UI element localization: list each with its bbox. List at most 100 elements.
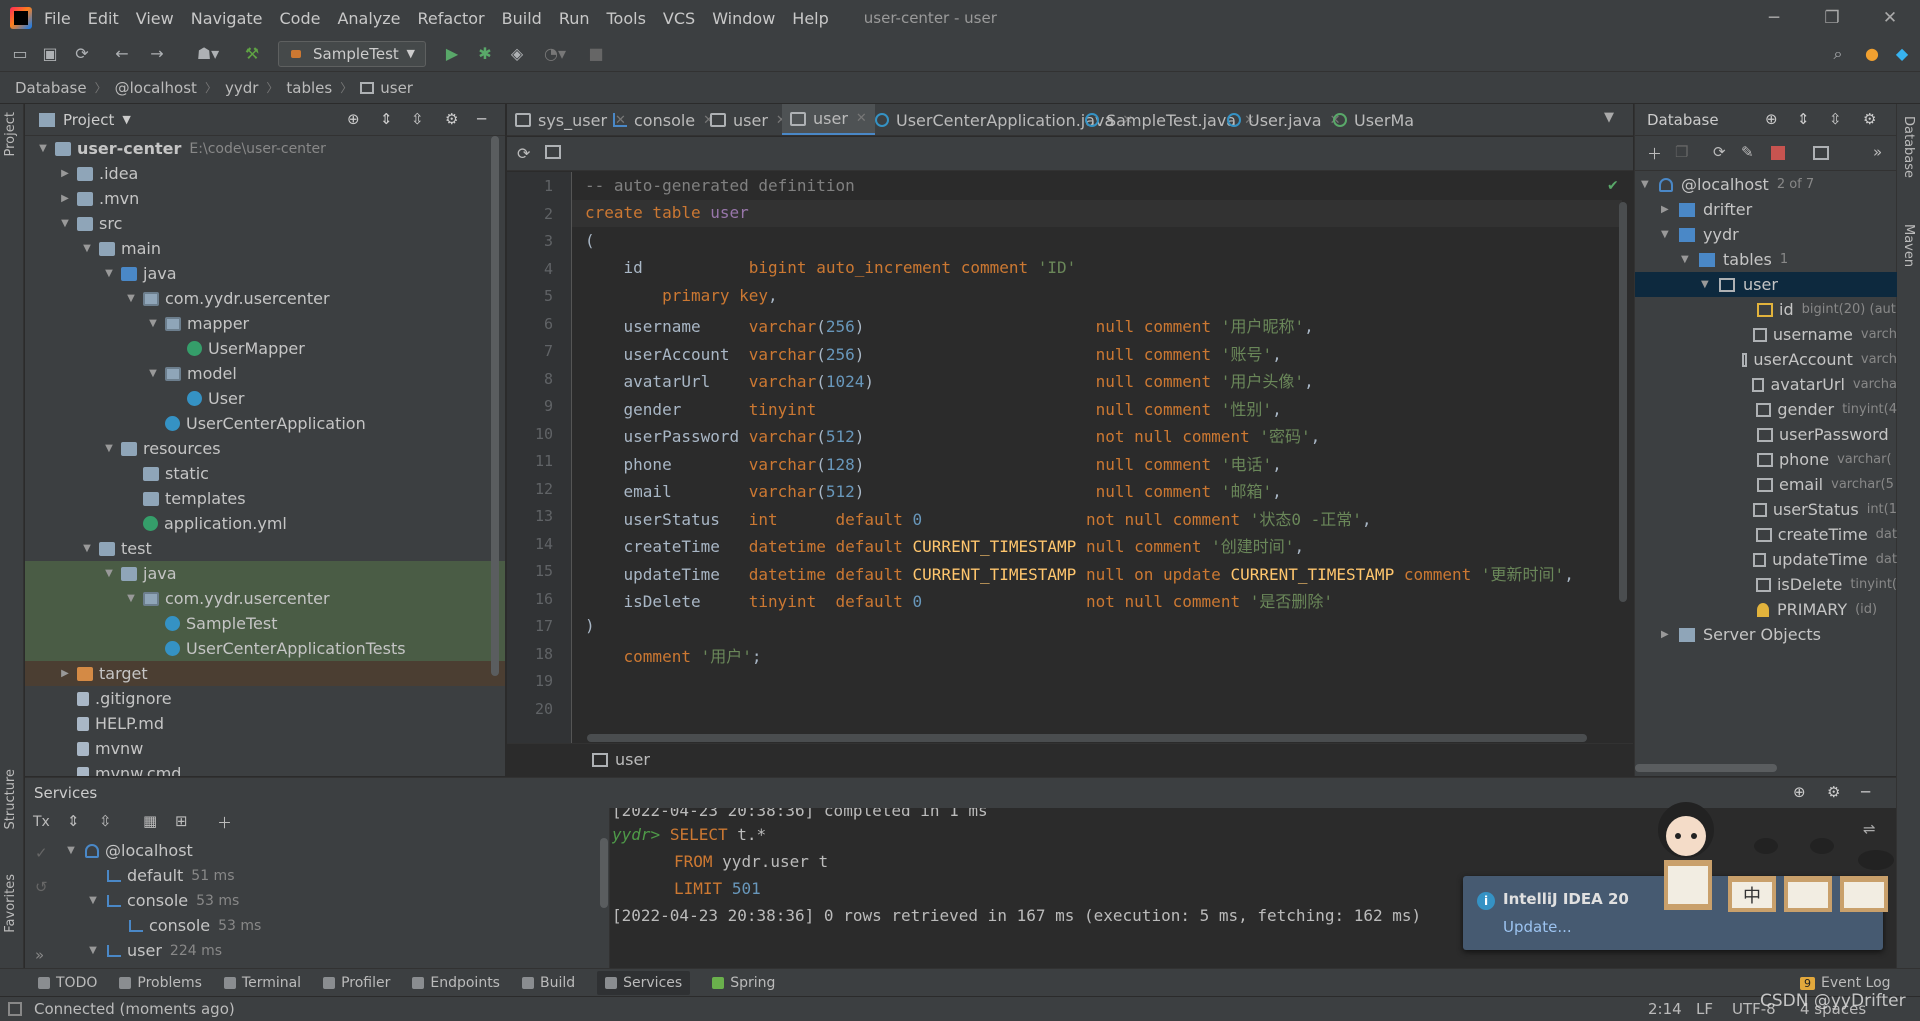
tree-item[interactable]: ▼ mapper (25, 311, 505, 336)
db-tree-item[interactable]: gender tinyint(4 (1635, 397, 1897, 422)
tree-item[interactable]: ▶ .mvn (25, 186, 505, 211)
layout-icon[interactable] (8, 1002, 22, 1016)
tool-tab-terminal[interactable]: Terminal (223, 975, 301, 991)
maven-tool-tab[interactable]: Maven (1901, 224, 1916, 267)
db-tree-item[interactable]: ▼ @localhost 2 of 7 (1635, 172, 1897, 197)
editor-scrollbar[interactable] (1619, 202, 1627, 602)
db-tree-item[interactable]: username varch (1635, 322, 1897, 347)
collapse-all-icon[interactable]: ⇳ (1829, 110, 1842, 128)
breadcrumb-item[interactable]: user (380, 79, 413, 97)
forward-icon[interactable]: → (145, 42, 169, 66)
table-view-icon[interactable] (545, 145, 561, 159)
tree-item[interactable]: mvnw (25, 736, 505, 761)
tool-tab-services[interactable]: Services (597, 970, 691, 995)
minimize-icon[interactable]: ─ (1745, 0, 1803, 36)
chevron-down-icon[interactable]: ▼ (123, 293, 139, 304)
close-tab-icon[interactable]: ✕ (856, 111, 867, 126)
chevron-right-icon[interactable]: ▶ (1661, 629, 1679, 640)
tree-item[interactable]: ▶ target (25, 661, 505, 686)
menu-build[interactable]: Build (502, 9, 542, 28)
service-item[interactable]: default 51 ms (63, 863, 593, 888)
service-item[interactable]: ▼ @localhost (63, 838, 593, 863)
project-panel-title[interactable]: Project (63, 111, 114, 129)
database-tool-tab[interactable]: Database (1901, 116, 1916, 178)
tree-item[interactable]: ▼ com.yydr.usercenter (25, 586, 505, 611)
update-link[interactable]: Update... (1503, 918, 1572, 936)
service-item[interactable]: console 53 ms (63, 913, 593, 938)
db-tree-item[interactable]: id bigint(20) (aut (1635, 297, 1897, 322)
menu-window[interactable]: Window (712, 9, 775, 28)
db-tree-item[interactable]: ▼ user (1635, 272, 1897, 297)
chevron-down-icon[interactable]: ▼ (57, 218, 73, 229)
tree-item[interactable]: ▼ user-center E:\code\user-center (25, 136, 505, 161)
commit-icon[interactable]: ✓ (35, 844, 48, 862)
db-tree-item[interactable]: ▼ tables 1 (1635, 247, 1897, 272)
close-icon[interactable]: ✕ (1861, 0, 1919, 36)
editor-tab[interactable]: UserMa (1325, 104, 1422, 135)
tree-item[interactable]: User (25, 386, 505, 411)
structure-tool-tab[interactable]: Structure (3, 769, 18, 829)
more-icon[interactable]: » (35, 946, 44, 964)
refresh-icon[interactable]: ⟳ (517, 144, 530, 163)
chevron-down-icon[interactable]: ▼ (79, 543, 95, 554)
db-tree-item[interactable]: updateTime dat (1635, 547, 1897, 572)
copy-icon[interactable]: ❐ (1675, 143, 1688, 161)
chevron-right-icon[interactable]: ▶ (57, 668, 73, 679)
editor-tab[interactable]: user✕ (782, 104, 875, 135)
favorites-tool-tab[interactable]: Favorites (3, 874, 18, 933)
breadcrumb-item[interactable]: @localhost (115, 79, 197, 97)
open-folder-icon[interactable]: ▭ (8, 42, 32, 66)
tree-item[interactable]: ▼ main (25, 236, 505, 261)
toolbox-icon[interactable]: ◆ (1890, 42, 1914, 66)
tree-item[interactable]: ▼ resources (25, 436, 505, 461)
menu-navigate[interactable]: Navigate (191, 9, 263, 28)
filter-icon[interactable]: ⊞ (175, 812, 188, 830)
service-item[interactable]: ▼ console 53 ms (63, 888, 593, 913)
db-tree-item[interactable]: ▶ Server Objects (1635, 622, 1897, 647)
tree-item[interactable]: ▼ model (25, 361, 505, 386)
chevron-down-icon[interactable]: ▼ (79, 243, 95, 254)
tool-tab-todo[interactable]: TODO (38, 975, 97, 991)
rollback-icon[interactable]: ↺ (35, 878, 48, 896)
chevron-down-icon[interactable]: ▼ (122, 113, 130, 126)
tree-item[interactable]: application.yml (25, 511, 505, 536)
service-item[interactable]: ▼ user 224 ms (63, 938, 593, 963)
collapse-all-icon[interactable]: ⇳ (99, 812, 112, 830)
editor-h-scrollbar[interactable] (587, 734, 1587, 742)
chevron-down-icon[interactable]: ▼ (101, 443, 117, 454)
menu-vcs[interactable]: VCS (663, 9, 695, 28)
chevron-down-icon[interactable]: ▼ (63, 845, 79, 856)
editor-tab[interactable]: user✕ (702, 104, 795, 135)
menu-file[interactable]: File (44, 9, 71, 28)
stop-icon[interactable] (1771, 146, 1785, 160)
restore-icon[interactable]: ❐ (1803, 0, 1861, 36)
db-tree-item[interactable]: phone varchar( (1635, 447, 1897, 472)
caret-position[interactable]: 2:14 (1648, 1000, 1682, 1018)
save-icon[interactable]: ▣ (38, 42, 62, 66)
tool-tab-spring[interactable]: Spring (712, 975, 775, 991)
group-icon[interactable]: ▦ (143, 812, 157, 830)
code-editor[interactable]: 1 2 3 4 5 6 7 8 9 10 11 12 13 14 15 16 17 18 19 20 -- auto-… (507, 172, 1633, 743)
db-tree-item[interactable]: email varchar(5 (1635, 472, 1897, 497)
database-h-scrollbar[interactable] (1635, 764, 1777, 772)
tree-item[interactable]: ▼ com.yydr.usercenter (25, 286, 505, 311)
run-config-select[interactable]: SampleTest ▼ (278, 41, 426, 67)
run-icon[interactable]: ▶ (440, 42, 464, 66)
db-tree-item[interactable]: createTime dat (1635, 522, 1897, 547)
hide-icon[interactable]: ─ (477, 110, 486, 128)
services-scrollbar[interactable] (600, 838, 608, 908)
more-icon[interactable]: » (1873, 143, 1882, 161)
line-separator[interactable]: LF (1696, 1000, 1713, 1018)
add-icon[interactable]: ＋ (217, 812, 232, 833)
expand-all-icon[interactable]: ⇕ (380, 110, 393, 128)
db-tree-item[interactable]: ▶ drifter (1635, 197, 1897, 222)
target-icon[interactable]: ⊕ (347, 110, 360, 128)
tree-item[interactable]: ▼ test (25, 536, 505, 561)
tree-item[interactable]: ▼ src (25, 211, 505, 236)
menu-run[interactable]: Run (559, 9, 590, 28)
collapse-all-icon[interactable]: ⇳ (411, 110, 424, 128)
table-editor-icon[interactable] (1813, 146, 1829, 160)
update-icon[interactable]: ● (1860, 42, 1884, 66)
breadcrumb-item[interactable]: yydr (225, 79, 258, 97)
chevron-down-icon[interactable]: ▼ (85, 945, 101, 956)
